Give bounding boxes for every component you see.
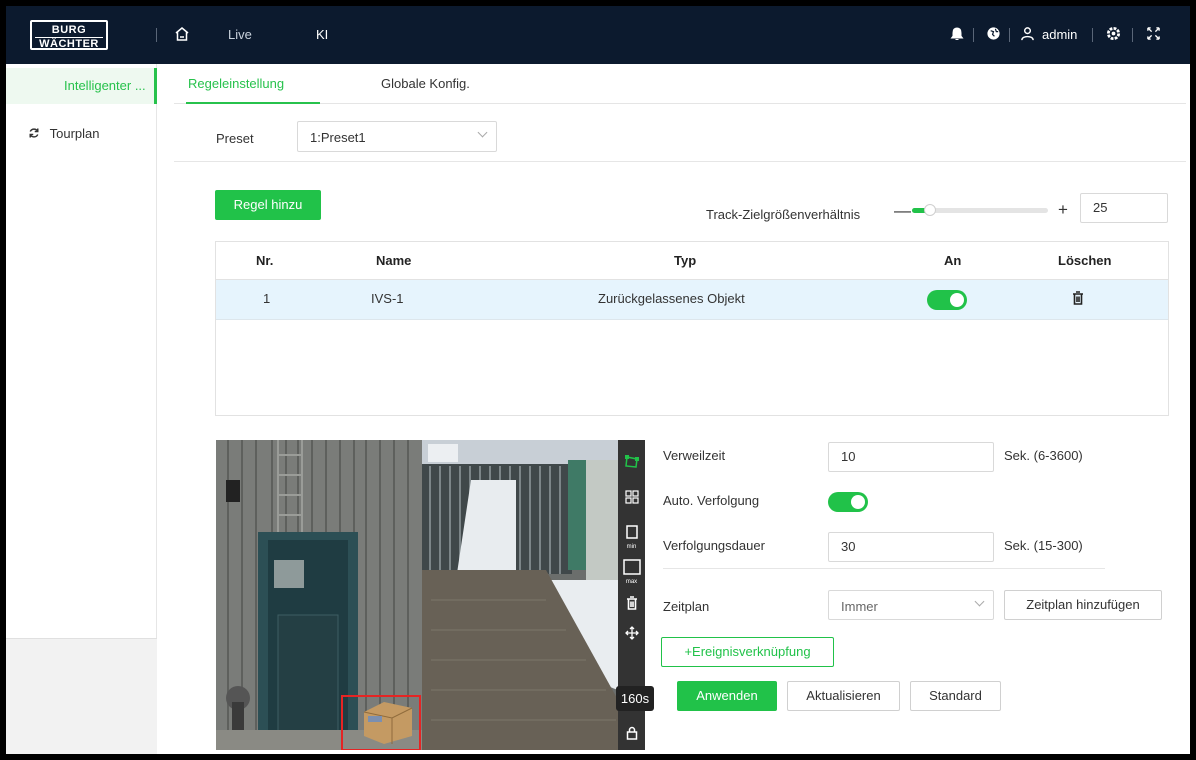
brand-logo: BURG WÄCHTER (30, 20, 108, 50)
tab-rule-settings[interactable]: Regeleinstellung (188, 76, 284, 91)
draw-region-icon[interactable] (618, 454, 645, 473)
auto-tracking-label: Auto. Verfolgung (663, 493, 760, 508)
cell-name: IVS-1 (371, 291, 404, 306)
column-header: Nr. (256, 253, 274, 268)
user-icon[interactable] (1020, 26, 1035, 45)
event-link-button[interactable]: +Ereignisverknüpfung (661, 637, 834, 667)
nav-live[interactable]: Live (228, 26, 252, 44)
camera-preview[interactable] (216, 440, 618, 750)
sidebar: Intelligenter ... Tourplan (6, 64, 157, 638)
duration-badge: 160s (616, 686, 654, 711)
divider (973, 28, 974, 42)
refresh-icon (28, 126, 44, 141)
add-rule-button[interactable]: Regel hinzu (215, 190, 321, 220)
divider (1132, 28, 1133, 42)
active-tab-indicator (186, 102, 320, 104)
fullscreen-icon[interactable] (1146, 26, 1161, 45)
preset-label: Preset (216, 131, 254, 146)
column-header: Löschen (1058, 253, 1112, 268)
column-header: An (944, 253, 962, 268)
top-bar: BURG WÄCHTER Live KI admin (6, 6, 1190, 64)
chevron-down-icon (974, 596, 985, 607)
preset-select[interactable]: 1:Preset1 (297, 121, 497, 152)
add-schedule-button[interactable]: Zeitplan hinzufügen (1004, 590, 1162, 620)
decrease-button[interactable]: — (894, 201, 911, 221)
tracking-duration-label: Verfolgungsdauer (663, 538, 765, 553)
home-icon[interactable] (174, 26, 190, 46)
logo-line-1: BURG (51, 24, 87, 36)
chevron-down-icon (477, 127, 488, 138)
lock-icon[interactable] (618, 726, 645, 743)
nav-ki[interactable]: KI (316, 26, 328, 44)
delete-icon[interactable] (618, 596, 645, 613)
camera-image (216, 440, 618, 750)
divider (1092, 28, 1093, 42)
rule-enabled-toggle[interactable] (927, 290, 967, 310)
cell-nr: 1 (263, 291, 271, 306)
divider (156, 28, 157, 42)
box-label (368, 716, 382, 722)
tracking-duration-unit: Sek. (15-300) (1004, 538, 1083, 553)
globe-icon[interactable] (986, 26, 1001, 45)
max-size-icon[interactable]: max (618, 558, 645, 585)
tracking-duration-input[interactable]: 30 (828, 532, 994, 562)
table-header: Nr. Name Typ An Löschen (216, 242, 1168, 280)
dwell-time-input[interactable]: 10 (828, 442, 994, 472)
settings-icon[interactable] (1106, 26, 1121, 45)
logo-line-2: WÄCHTER (35, 37, 103, 50)
apply-button[interactable]: Anwenden (677, 681, 777, 711)
column-header: Typ (674, 253, 697, 268)
app-window: BURG WÄCHTER Live KI admin Intelligenter… (6, 6, 1190, 754)
divider (174, 161, 1186, 162)
auto-tracking-toggle[interactable] (828, 492, 868, 512)
min-size-icon[interactable]: min (618, 524, 645, 550)
divider (1009, 28, 1010, 42)
increase-button[interactable]: + (1058, 200, 1068, 220)
track-ratio-slider[interactable] (912, 204, 1048, 216)
cell-type: Zurückgelassenes Objekt (598, 291, 745, 306)
grid-icon[interactable] (618, 490, 645, 507)
default-button[interactable]: Standard (910, 681, 1001, 711)
user-name[interactable]: admin (1042, 26, 1077, 44)
slider-handle[interactable] (923, 204, 936, 216)
sidebar-item-intelligent[interactable]: Intelligenter ... (6, 68, 157, 104)
refresh-button[interactable]: Aktualisieren (787, 681, 900, 711)
tab-bar: Regeleinstellung Globale Konfig. (174, 64, 1186, 104)
sidebar-item-label: Intelligenter ... (64, 78, 146, 93)
delete-icon[interactable] (1072, 291, 1084, 308)
tab-global-config[interactable]: Globale Konfig. (381, 76, 470, 91)
track-ratio-label: Track-Zielgrößenverhältnis (706, 207, 861, 222)
schedule-value: Immer (841, 599, 878, 614)
rules-table: Nr. Name Typ An Löschen 1 IVS-1 Zurückge… (215, 241, 1169, 416)
divider (663, 568, 1105, 569)
track-ratio-input[interactable]: 25 (1080, 193, 1168, 223)
sidebar-item-tourplan[interactable]: Tourplan (28, 126, 100, 141)
column-header: Name (376, 253, 412, 268)
move-icon[interactable] (618, 626, 645, 643)
table-row[interactable]: 1 IVS-1 Zurückgelassenes Objekt (216, 280, 1168, 320)
sidebar-footer (6, 638, 157, 754)
schedule-select[interactable]: Immer (828, 590, 994, 620)
sidebar-item-label: Tourplan (49, 126, 100, 141)
preset-value: 1:Preset1 (310, 130, 366, 145)
schedule-label: Zeitplan (663, 599, 710, 614)
bell-icon[interactable] (950, 26, 964, 46)
min-label: min (626, 544, 637, 550)
dwell-time-unit: Sek. (6-3600) (1004, 448, 1083, 463)
dwell-time-label: Verweilzeit (663, 448, 726, 463)
